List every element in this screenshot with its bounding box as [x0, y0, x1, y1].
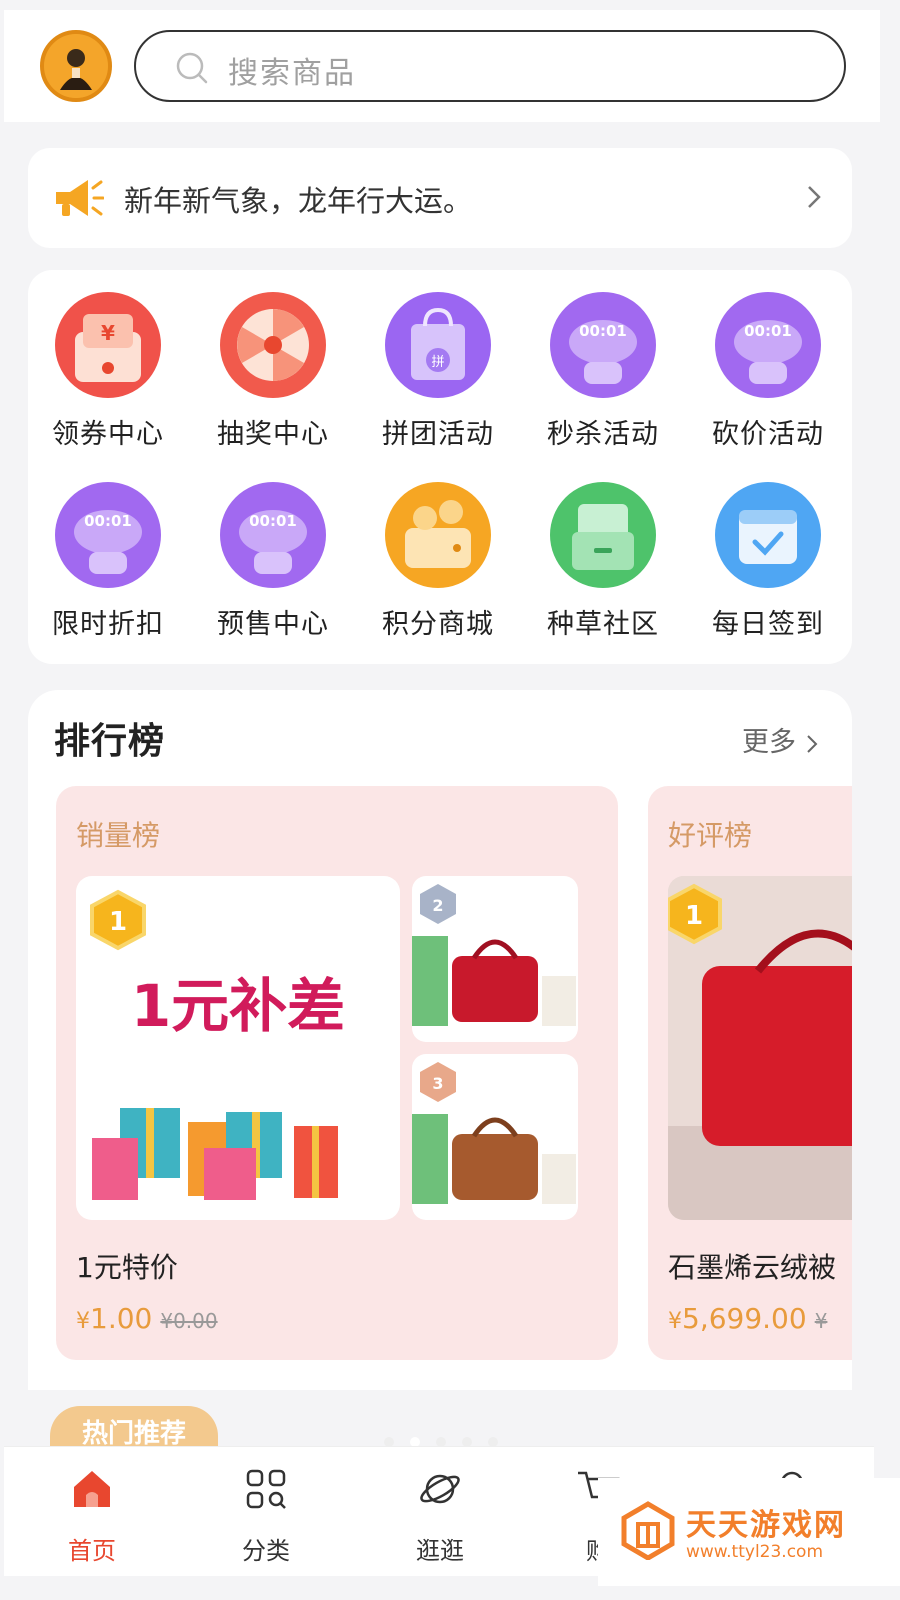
points-wallet-icon — [385, 482, 491, 588]
svg-text:00:01: 00:01 — [744, 322, 792, 340]
planet-icon — [420, 1474, 460, 1504]
review-rank-panel[interactable]: 好评榜 1 石墨烯云绒被 ¥5,699.00 ¥ — [648, 786, 852, 1360]
chevron-right-icon — [808, 186, 821, 208]
group-buy-bag-icon: 拼 — [385, 292, 491, 398]
flash-sale-timer-icon: 00:01 — [550, 292, 656, 398]
avatar-icon — [44, 34, 108, 98]
panel-title: 好评榜 — [668, 819, 753, 852]
site-watermark: 天天游戏网 www.ttyl23.com — [598, 1478, 900, 1586]
grid-item-group-buy[interactable]: 拼 拼团活动 — [358, 292, 518, 451]
calendar-checkin-icon — [715, 482, 821, 588]
rank-badge-gold: 1 — [90, 889, 146, 951]
svg-text:00:01: 00:01 — [84, 512, 132, 530]
grid-item-community[interactable]: 种草社区 — [523, 482, 683, 641]
grid-item-label: 每日签到 — [712, 609, 824, 640]
watermark-name: 天天游戏网 — [686, 1508, 846, 1543]
tab-label: 分类 — [242, 1537, 290, 1565]
tab-explore[interactable]: 逛逛 — [380, 1465, 500, 1566]
product-name: 1元特价 — [76, 1251, 178, 1284]
watermark-logo-icon — [621, 1501, 675, 1560]
svg-text:00:01: 00:01 — [579, 322, 627, 340]
bargain-timer-icon: 00:01 — [715, 292, 821, 398]
grid-item-presale[interactable]: 00:01 预售中心 — [193, 482, 353, 641]
ranking-title: 排行榜 — [54, 721, 166, 762]
gift-boxes-illustration — [92, 1108, 338, 1200]
product-thumb-3[interactable]: 3 — [412, 1054, 578, 1220]
original-price: ¥ — [814, 1309, 828, 1333]
grid-item-checkin[interactable]: 每日签到 — [688, 482, 848, 641]
watermark-url: www.ttyl23.com — [686, 1542, 824, 1562]
grid-item-label: 限时折扣 — [52, 609, 164, 640]
search-icon — [176, 52, 208, 84]
product-image[interactable]: 1 — [668, 876, 852, 1220]
rank-badge-gold: 1 — [668, 883, 722, 945]
promo-text: 1元补差 — [131, 972, 345, 1040]
product-thumb-2[interactable]: 2 — [412, 876, 578, 1042]
price-value: 5,699.00 — [682, 1302, 807, 1335]
panel-title: 销量榜 — [76, 819, 161, 852]
function-grid: ¥ 领券中心 抽奖中心 拼 拼团活动 00:01 秒杀活动 00:01 砍价活动… — [28, 270, 852, 664]
grid-item-label: 领券中心 — [52, 419, 164, 450]
tab-category[interactable]: 分类 — [206, 1465, 326, 1566]
megaphone-icon — [56, 180, 104, 216]
home-icon — [74, 1471, 110, 1507]
grid-item-bargain[interactable]: 00:01 砍价活动 — [688, 292, 848, 451]
tab-label: 逛逛 — [416, 1537, 464, 1565]
category-grid-icon — [246, 1469, 286, 1509]
svg-text:1: 1 — [685, 901, 703, 931]
svg-text:1: 1 — [109, 907, 127, 937]
svg-text:拼: 拼 — [431, 355, 444, 370]
grid-item-lottery[interactable]: 抽奖中心 — [193, 292, 353, 451]
currency-symbol: ¥ — [76, 1309, 90, 1334]
product-price: ¥1.00 ¥0.00 — [76, 1302, 218, 1335]
grid-item-points-mall[interactable]: 积分商城 — [358, 482, 518, 641]
ranking-section: 排行榜 更多 销量榜 1 1元补差 2 3 1元特价 ¥1.00 ¥0.00 好… — [28, 690, 852, 1390]
svg-text:¥: ¥ — [101, 321, 115, 345]
product-image[interactable]: 1 1元补差 — [76, 876, 400, 1220]
grid-item-discount[interactable]: 00:01 限时折扣 — [28, 482, 188, 641]
grid-item-label: 秒杀活动 — [547, 419, 659, 450]
price-value: 1.00 — [90, 1302, 153, 1335]
more-label: 更多 — [742, 727, 796, 758]
coupon-icon: ¥ — [55, 292, 161, 398]
lottery-wheel-icon — [220, 292, 326, 398]
more-link[interactable]: 更多 — [742, 720, 820, 759]
search-input[interactable]: 搜索商品 — [228, 48, 356, 92]
tab-label: 首页 — [68, 1537, 116, 1565]
grid-item-coupon[interactable]: ¥ 领券中心 — [28, 292, 188, 451]
grid-item-label: 预售中心 — [217, 609, 329, 640]
grid-item-label: 积分商城 — [382, 609, 494, 640]
notice-bar[interactable]: 新年新气象，龙年行大运。 — [28, 148, 852, 248]
notice-text: 新年新气象，龙年行大运。 — [124, 184, 473, 218]
community-folder-icon — [550, 482, 656, 588]
discount-timer-icon: 00:01 — [55, 482, 161, 588]
header: 搜索商品 — [4, 10, 880, 122]
avatar[interactable] — [40, 30, 112, 102]
svg-text:00:01: 00:01 — [249, 512, 297, 530]
svg-text:2: 2 — [432, 896, 443, 915]
svg-text:3: 3 — [432, 1074, 443, 1093]
search-bar[interactable]: 搜索商品 — [134, 30, 846, 102]
currency-symbol: ¥ — [668, 1309, 682, 1334]
grid-item-label: 种草社区 — [547, 609, 659, 640]
grid-item-flash-sale[interactable]: 00:01 秒杀活动 — [523, 292, 683, 451]
presale-timer-icon: 00:01 — [220, 482, 326, 588]
product-name: 石墨烯云绒被 — [668, 1251, 837, 1284]
tab-home[interactable]: 首页 — [32, 1465, 152, 1566]
grid-item-label: 拼团活动 — [382, 419, 494, 450]
product-price: ¥5,699.00 ¥ — [668, 1302, 827, 1335]
original-price: ¥0.00 — [160, 1309, 218, 1333]
grid-item-label: 抽奖中心 — [217, 419, 329, 450]
chevron-right-icon — [807, 734, 818, 753]
grid-item-label: 砍价活动 — [712, 419, 824, 450]
sales-rank-panel[interactable]: 销量榜 1 1元补差 2 3 1元特价 ¥1.00 ¥0.00 — [56, 786, 618, 1360]
